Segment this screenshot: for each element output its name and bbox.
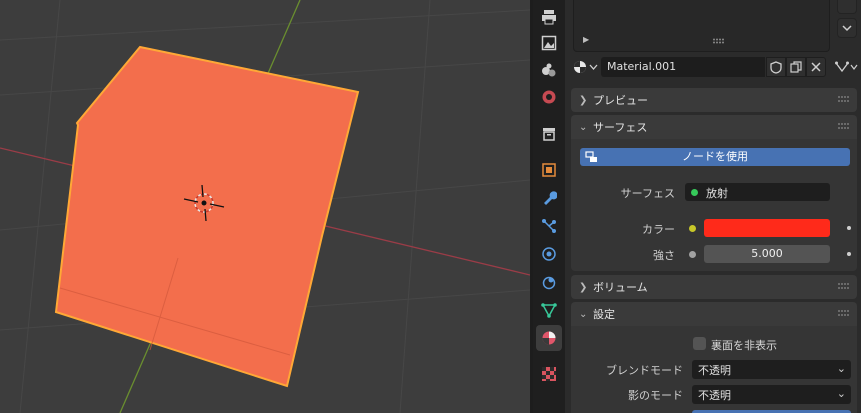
use-nodes-button[interactable]: ノードを使用 [580,148,850,166]
printer-icon [542,10,556,25]
surface-panel-header[interactable]: ⌄ サーフェス [571,115,857,139]
chevron-down-icon: ⌄ [836,387,846,400]
world-tab[interactable] [536,121,562,147]
blend-mode-label: ブレンドモード [606,364,683,377]
material-browse-icon [574,61,586,73]
shadow-mode-label: 影のモード [628,389,683,402]
backface-culling-label: 裏面を非表示 [711,339,777,352]
chevron-down-icon [842,25,852,32]
render-tab[interactable] [536,4,562,30]
collapsed-arrow-icon: ❯ [579,281,588,293]
blend-mode-value: 不透明 [698,364,731,377]
collection-box-icon [543,128,555,141]
volume-panel-title: ボリューム [593,281,648,294]
chevron-down-icon [589,64,598,70]
backface-culling-checkbox[interactable] [693,337,706,350]
surface-shader-value: 放射 [706,187,728,200]
3d-viewport[interactable] [0,0,530,413]
slot-move-down-button[interactable] [837,18,857,38]
texture-tab[interactable] [536,361,562,387]
data-tab[interactable] [536,297,562,323]
surface-shader-selector[interactable]: 放射 [685,183,830,201]
wrench-icon [544,191,557,205]
object-square-icon [542,163,556,177]
output-tab[interactable] [536,30,562,56]
emission-color-swatch[interactable] [704,219,830,237]
node-tree-icon [585,151,597,162]
volume-panel-header[interactable]: ❯ ボリューム [571,275,857,299]
settings-panel-body: 裏面を非表示 ブレンドモード 不透明 ⌄ 影のモード 不透明 ⌄ [571,326,857,413]
settings-panel-header[interactable]: ⌄ 設定 [571,302,857,326]
material-tab[interactable] [536,325,562,351]
surface-label: サーフェス [620,187,675,200]
drag-grip-icon[interactable] [837,95,849,103]
material-datablock-row: Material.001 [573,57,858,77]
expanded-arrow-icon: ⌄ [579,121,588,133]
drag-grip-icon[interactable] [837,282,849,290]
physics-orbit-icon [542,247,556,261]
material-name-field[interactable]: Material.001 [601,57,765,77]
keyframe-dot[interactable] [847,226,851,230]
scene-icon [542,90,556,104]
properties-editor: ▶ Material.001 ❯ プレビュー ⌄ サーフェス ノードを使用 サー… [565,0,861,413]
preview-panel-title: プレビュー [593,94,648,107]
strength-field[interactable]: 5.000 [704,245,830,263]
scene-tab[interactable] [536,84,562,110]
chevron-down-icon: ⌄ [836,362,846,375]
selected-cube [54,45,360,388]
constraint-icon [542,276,556,290]
settings-panel-title: 設定 [593,308,615,321]
surface-panel-title: サーフェス [593,121,648,134]
expanded-arrow-icon: ⌄ [579,308,588,320]
shadow-mode-dropdown[interactable]: 不透明 ⌄ [692,385,851,404]
close-icon [811,62,821,72]
preview-panel-header[interactable]: ❯ プレビュー [571,88,857,112]
keyframe-dot[interactable] [847,252,851,256]
blend-mode-dropdown[interactable]: 不透明 ⌄ [692,360,851,379]
color-label: カラー [642,223,675,236]
particles-tab[interactable] [536,213,562,239]
constraints-tab[interactable] [536,269,562,295]
drag-grip-icon[interactable] [837,122,849,130]
chevron-down-icon [850,64,858,70]
color-socket-dot[interactable] [689,225,696,232]
fake-user-button[interactable] [766,57,786,77]
use-nodes-label: ノードを使用 [682,150,748,163]
resize-grip-icon[interactable] [712,38,726,44]
modifier-tab[interactable] [536,185,562,211]
drag-grip-icon[interactable] [837,309,849,317]
shield-icon [770,60,782,74]
mesh-triangle-icon [541,303,557,318]
object-tab[interactable] [536,157,562,183]
strength-socket-dot[interactable] [689,251,696,258]
node-link-icon [835,61,849,73]
duplicate-icon [790,61,802,73]
surface-panel-body: ノードを使用 サーフェス 放射 カラー 強さ 5.000 [571,139,857,271]
material-link-dropdown[interactable] [835,57,861,77]
collapsed-arrow-icon: ❯ [579,94,588,106]
viewport-canvas[interactable] [0,0,530,413]
image-icon [541,35,557,51]
view-layer-icon [542,63,556,77]
material-sphere-icon [542,331,556,345]
browse-material-button[interactable] [573,57,599,77]
view-layer-tab[interactable] [536,57,562,83]
physics-tab[interactable] [536,241,562,267]
material-slot-list[interactable]: ▶ [573,0,830,52]
shadow-mode-value: 不透明 [698,389,731,402]
checker-texture-icon [542,367,556,381]
properties-tabs [533,0,565,413]
particles-icon [542,219,556,233]
expand-arrow-icon[interactable]: ▶ [583,35,589,44]
shader-socket-dot [691,188,698,196]
strength-label: 強さ [653,249,675,262]
duplicate-material-button[interactable] [786,57,806,77]
slot-specials-button[interactable] [837,0,857,14]
unlink-material-button[interactable] [806,57,826,77]
